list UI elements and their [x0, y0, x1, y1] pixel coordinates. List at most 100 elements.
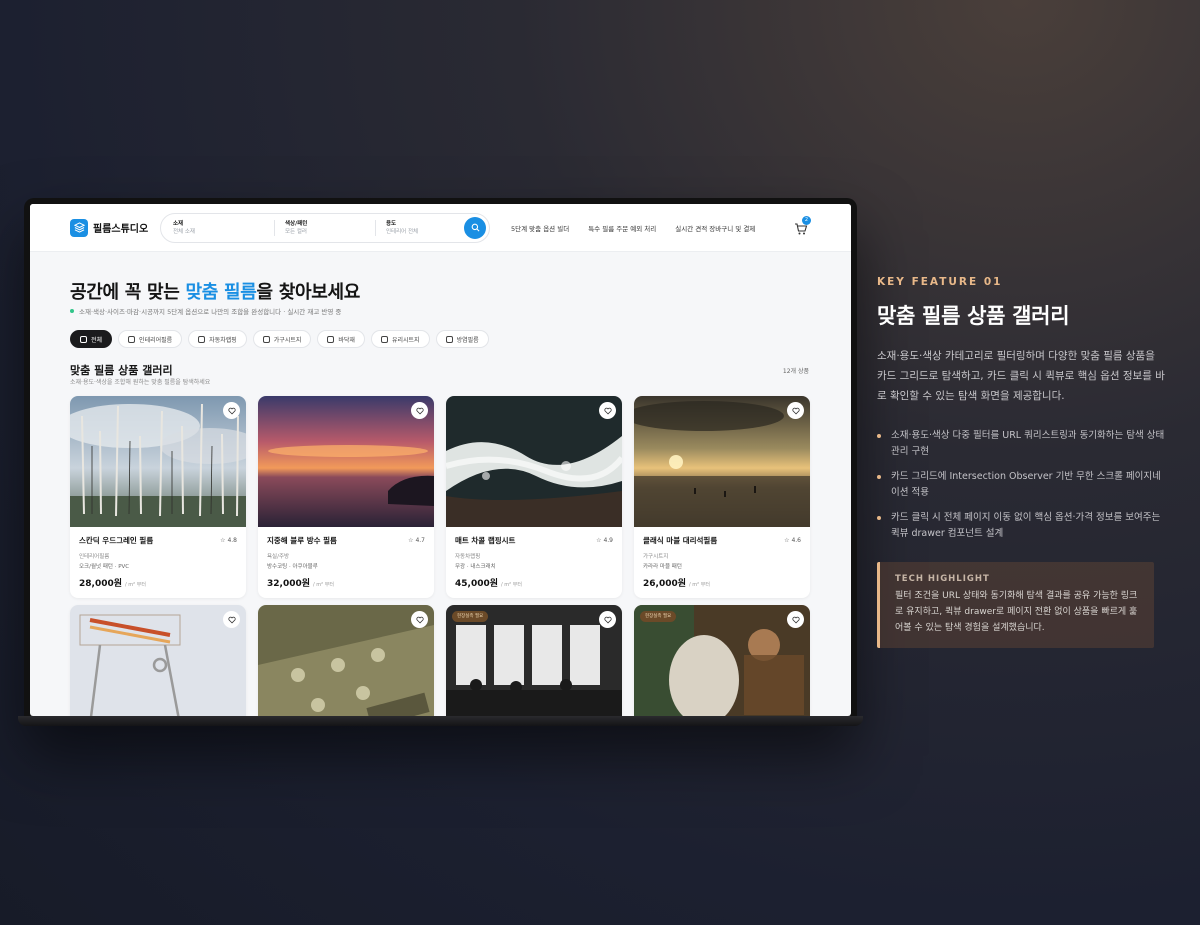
product-price-row: 28,000원 / m² 부터 — [79, 576, 237, 589]
category-chips: 전체 인테리어필름 자동차랩핑 가구시트지 바닥재 유리시트지 방염필름 — [70, 330, 489, 348]
onsite-measure-badge: 현장실측 필요 — [640, 611, 677, 622]
search-color-value: 모든 컬러 — [285, 228, 307, 235]
product-name: 매트 차콜 랩핑시트 — [455, 536, 516, 545]
product-spec: 방수코팅 · 아쿠아블루 — [267, 564, 318, 570]
price-unit: / m² 부터 — [125, 582, 146, 588]
onsite-measure-badge: 현장실측 필요 — [452, 611, 489, 622]
search-usage-value: 인테리어 전체 — [386, 228, 419, 235]
page-title: 공간에 꼭 맞는 맞춤 필름을 찾아보세요 — [70, 278, 360, 304]
product-price: 45,000원 — [455, 579, 499, 589]
chip-car-wrap[interactable]: 자동차랩핑 — [188, 330, 247, 348]
product-spec: 오크/월넛 패턴 · PVC — [79, 564, 130, 570]
chip-label: 자동차랩핑 — [209, 336, 237, 344]
product-info: 스칸딕 우드그레인 필름 ☆ 4.8 인테리어필름 오크/월넛 패턴 · PVC … — [70, 527, 246, 598]
heart-icon — [227, 616, 236, 623]
favorite-button[interactable] — [599, 611, 616, 628]
product-image — [70, 605, 246, 716]
search-button[interactable] — [464, 216, 486, 239]
search-material[interactable]: 소재 전체 소재 — [173, 220, 274, 236]
tech-highlight-text: 필터 조건을 URL 상태와 동기화해 탐색 결과를 공유 가능한 링크로 유지… — [895, 591, 1138, 633]
tech-highlight-box: TECH HIGHLIGHT 필터 조건을 URL 상태와 동기화해 탐색 결과… — [877, 562, 1154, 648]
product-image — [634, 396, 810, 527]
nav-link-special-order[interactable]: 특수 필름 주문 예외 처리 — [588, 223, 656, 233]
product-image: 현장실측 필요 — [446, 605, 622, 716]
product-rating-value: 4.9 — [603, 537, 613, 544]
feature-bullet: 소재·용도·색상 다중 필터를 URL 쿼리스트링과 동기화하는 탐색 상태 관… — [877, 428, 1167, 460]
product-card[interactable]: 지중해 블루 방수 필름 ☆ 4.7 욕실/주방 방수코팅 · 아쿠아블루 32,… — [258, 396, 434, 598]
product-image — [258, 605, 434, 716]
product-rating: ☆ 4.7 — [408, 537, 425, 544]
page-subtitle: 소재·색상·사이즈·마감·시공까지 5단계 옵션으로 나만의 조합을 완성합니다… — [70, 306, 341, 316]
favorite-button[interactable] — [599, 402, 616, 419]
favorite-button[interactable] — [411, 611, 428, 628]
nav-link-quote-cart[interactable]: 실시간 견적 장바구니 및 결제 — [675, 223, 755, 233]
page-title-after: 을 찾아보세요 — [256, 282, 361, 303]
price-unit: / m² 부터 — [689, 582, 710, 588]
product-price: 32,000원 — [267, 579, 311, 589]
chip-furniture[interactable]: 가구시트지 — [252, 330, 312, 348]
product-card[interactable]: 클래식 마블 대리석필름 ☆ 4.6 가구시트지 카라라 마블 패턴 26,000… — [634, 396, 810, 598]
feature-bullet: 카드 그리드에 Intersection Observer 기반 무한 스크롤 … — [877, 469, 1167, 501]
product-card[interactable]: 스칸딕 우드그레인 필름 ☆ 4.8 인테리어필름 오크/월넛 패턴 · PVC … — [70, 396, 246, 598]
chip-flooring[interactable]: 바닥재 — [317, 330, 365, 348]
chip-label: 방염필름 — [456, 336, 479, 344]
search-color[interactable]: 색상/패턴 모든 컬러 — [274, 219, 375, 236]
feature-description: 소재·용도·색상 카테고리로 필터링하며 다양한 맞춤 필름 상품을 카드 그리… — [877, 350, 1165, 402]
product-name: 스칸딕 우드그레인 필름 — [79, 536, 154, 545]
price-unit: / m² 부터 — [313, 582, 334, 588]
chip-flame-retardant[interactable]: 방염필름 — [435, 330, 489, 348]
cart-badge: 2 — [802, 216, 811, 225]
heart-icon — [791, 616, 800, 623]
chip-glass[interactable]: 유리시트지 — [370, 330, 430, 348]
product-card[interactable]: 매트 차콜 랩핑시트 ☆ 4.9 자동차랩핑 무광 · 내스크래치 45,000원… — [446, 396, 622, 598]
product-category: 가구시트지 — [643, 554, 669, 560]
chip-label: 유리시트지 — [391, 336, 420, 344]
product-card[interactable] — [258, 605, 434, 716]
product-price-row: 32,000원 / m² 부터 — [267, 576, 425, 589]
brand[interactable]: 필름스튜디오 — [70, 218, 158, 237]
search-color-label: 색상/패턴 — [285, 220, 308, 227]
product-name: 클래식 마블 대리석필름 — [643, 536, 718, 545]
chip-all[interactable]: 전체 — [70, 330, 113, 348]
sofa-icon — [262, 335, 270, 343]
product-card[interactable]: 현장실측 필요 — [634, 605, 810, 716]
star-icon: ☆ — [408, 537, 414, 544]
window-icon — [380, 335, 388, 343]
search-material-label: 소재 — [173, 220, 184, 227]
search-material-value: 전체 소재 — [173, 228, 195, 235]
favorite-button[interactable] — [223, 402, 240, 419]
favorite-button[interactable] — [223, 611, 240, 628]
search-usage[interactable]: 용도 인테리어 전체 — [375, 219, 476, 236]
feature-bullets: 소재·용도·색상 다중 필터를 URL 쿼리스트링과 동기화하는 탐색 상태 관… — [877, 428, 1167, 551]
chip-label: 가구시트지 — [273, 336, 302, 344]
star-icon: ☆ — [596, 537, 602, 544]
chip-label: 전체 — [91, 336, 103, 344]
page-title-before: 공간에 꼭 맞는 — [70, 282, 186, 303]
search-usage-label: 용도 — [386, 220, 397, 227]
page-subtitle-text: 소재·색상·사이즈·마감·시공까지 5단계 옵션으로 나만의 조합을 완성합니다… — [79, 308, 342, 316]
tech-highlight-label: TECH HIGHLIGHT — [895, 574, 990, 584]
favorite-button[interactable] — [411, 402, 428, 419]
favorite-button[interactable] — [787, 611, 804, 628]
product-price-row: 26,000원 / m² 부터 — [643, 576, 801, 589]
favorite-button[interactable] — [787, 402, 804, 419]
home-icon — [128, 335, 136, 343]
search-icon — [471, 223, 479, 232]
nav-links: 5단계 맞춤 옵션 빌더 특수 필름 주문 예외 처리 실시간 견적 장바구니 … — [511, 223, 755, 233]
grid-icon — [80, 335, 87, 343]
product-info: 클래식 마블 대리석필름 ☆ 4.6 가구시트지 카라라 마블 패턴 26,000… — [634, 527, 810, 598]
product-price-row: 45,000원 / m² 부터 — [455, 576, 613, 589]
product-card[interactable] — [70, 605, 246, 716]
product-rating-value: 4.7 — [415, 537, 425, 544]
product-category: 욕실/주방 — [267, 554, 290, 560]
product-card[interactable]: 현장실측 필요 — [446, 605, 622, 716]
product-rating: ☆ 4.9 — [596, 537, 613, 544]
product-category: 자동차랩핑 — [455, 554, 481, 560]
product-rating-value: 4.8 — [227, 537, 237, 544]
product-rating-value: 4.6 — [791, 537, 801, 544]
laptop-base — [18, 716, 863, 726]
heart-icon — [603, 616, 612, 623]
nav-link-option-builder[interactable]: 5단계 맞춤 옵션 빌더 — [511, 223, 569, 233]
product-name: 지중해 블루 방수 필름 — [267, 536, 337, 545]
chip-interior[interactable]: 인테리어필름 — [118, 330, 183, 348]
